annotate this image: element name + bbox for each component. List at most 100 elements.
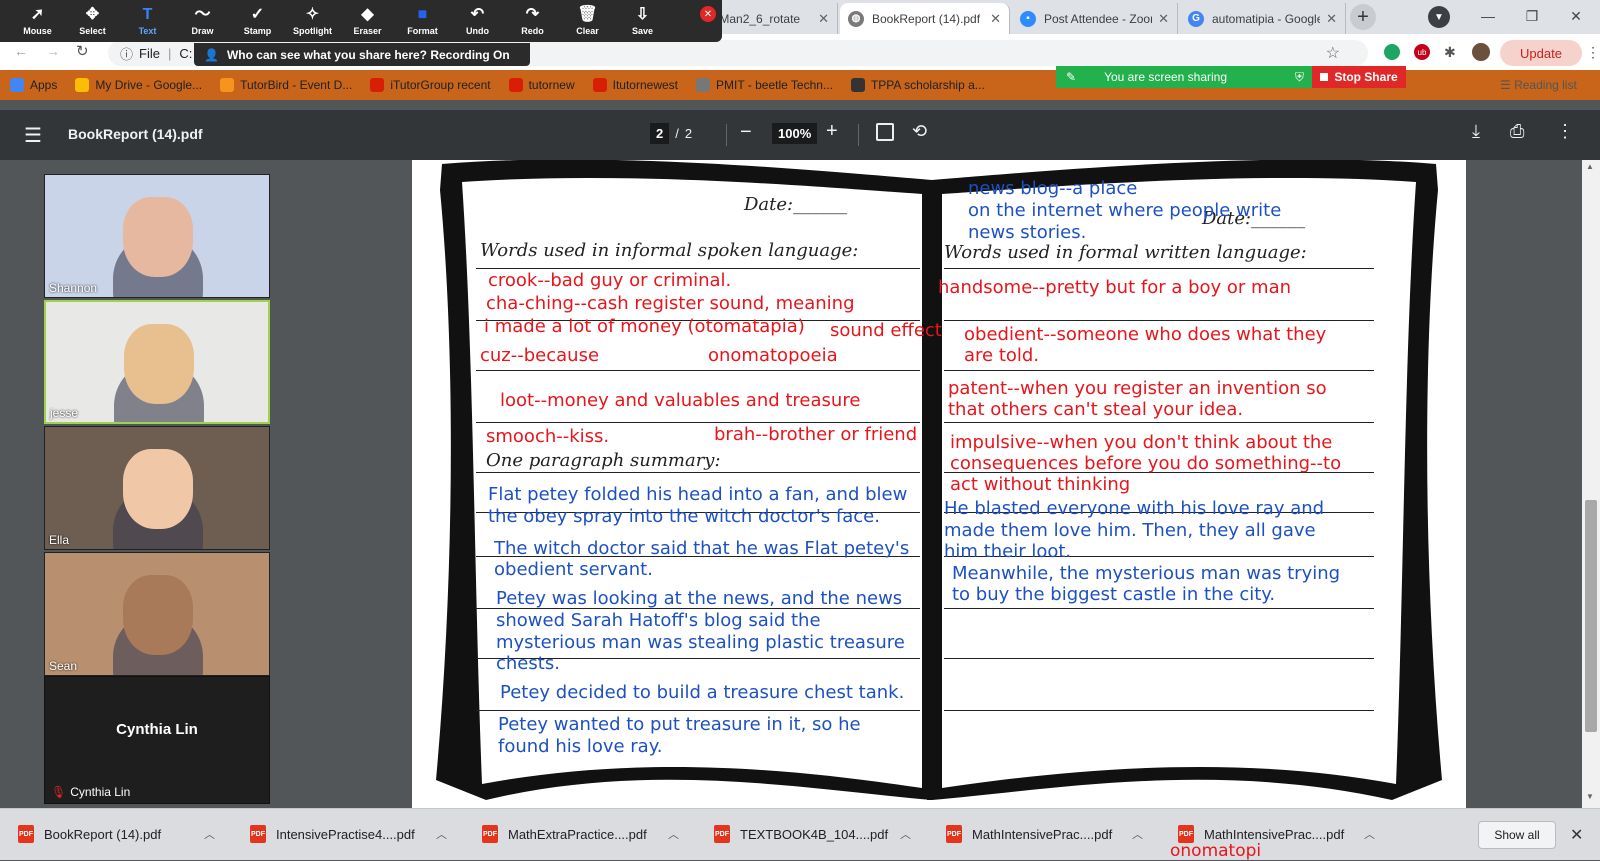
tab-bookreport[interactable]: ◍ BookReport (14).pdf ✕ (840, 3, 1010, 34)
tool-draw[interactable]: 〜 Draw (175, 0, 230, 42)
pdf-file-icon: PDF (946, 825, 962, 843)
close-icon[interactable]: ✕ (990, 11, 1001, 27)
tool-mouse[interactable]: ➚ Mouse (10, 0, 65, 42)
date-label-left: Date:______ (744, 194, 848, 215)
chevron-up-icon[interactable]: ︿ (668, 826, 679, 842)
chevron-up-icon[interactable]: ︿ (900, 826, 911, 842)
handwritten-note-blue: news stories. (968, 222, 1087, 243)
video-tile-ella[interactable]: Ella (44, 426, 270, 550)
chevron-up-icon[interactable]: ︿ (1132, 826, 1143, 842)
ruled-line (944, 268, 1374, 269)
stop-share-button[interactable]: Stop Share (1312, 66, 1406, 88)
download-item[interactable]: PDF MathExtraPractice....pdf ︿ (482, 825, 679, 843)
bookmark-item[interactable]: TPPA scholarship a... (850, 78, 985, 92)
chevron-up-icon[interactable]: ︿ (1364, 826, 1375, 842)
download-icon[interactable]: ⤓ (1472, 121, 1480, 142)
rotate-icon[interactable]: ⟲ (912, 121, 927, 142)
fit-page-icon[interactable] (876, 123, 894, 141)
hamburger-menu-icon[interactable]: ☰ (24, 123, 42, 148)
bookmark-label: PMIT - beetle Techn... (716, 78, 833, 92)
close-downloads-icon[interactable]: ✕ (1570, 825, 1583, 845)
download-item[interactable]: PDF TEXTBOOK4B_104....pdf ︿ (714, 825, 911, 843)
download-item[interactable]: PDF BookReport (14).pdf ︿ (18, 825, 215, 843)
chevron-up-icon[interactable]: ︿ (436, 826, 447, 842)
page-number-input[interactable]: 2 (650, 123, 670, 144)
ruled-line (944, 422, 1374, 423)
tool-spotlight[interactable]: ✧ Spotlight (285, 0, 340, 42)
menu-kebab-icon[interactable]: ⋮ (1586, 44, 1600, 61)
avatar[interactable] (1470, 41, 1492, 63)
reading-list[interactable]: ☰ Reading list (1500, 78, 1577, 92)
close-icon[interactable]: ✕ (1158, 11, 1169, 27)
star-icon[interactable]: ☆ (1326, 43, 1340, 63)
download-item[interactable]: PDF IntensivePractise4....pdf ︿ (250, 825, 447, 843)
tab-zoom-attendee[interactable]: ▪ Post Attendee - Zoom ✕ (1012, 3, 1178, 34)
handwritten-summary-blue: Flat petey folded his head into a fan, a… (488, 484, 908, 505)
close-icon[interactable]: ✕ (1326, 11, 1337, 27)
stop-share-label: Stop Share (1334, 70, 1398, 84)
tool-label: Select (79, 26, 106, 36)
url-text: C: (179, 45, 193, 61)
text-icon: T (142, 6, 153, 23)
zoom-in-icon[interactable]: + (826, 120, 838, 143)
puzzle-icon[interactable]: ✱ (1444, 44, 1456, 61)
reload-icon[interactable]: ↻ (76, 42, 89, 60)
scroll-up-icon[interactable]: ▲ (1586, 162, 1594, 171)
handwritten-note-blue: news blog--a place (968, 178, 1138, 199)
show-all-button[interactable]: Show all (1478, 821, 1556, 849)
tool-eraser[interactable]: ◆ Eraser (340, 0, 395, 42)
tool-stamp[interactable]: ✓ Stamp (230, 0, 285, 42)
video-tile-shannon[interactable]: Shannon (44, 174, 270, 298)
scroll-down-icon[interactable]: ▼ (1586, 792, 1594, 801)
tab-label: automatipia - Google (1212, 11, 1321, 26)
person-icon: 👤 (204, 47, 219, 62)
print-icon[interactable]: ⎙ (1510, 121, 1524, 142)
bookmark-item[interactable]: Apps (10, 78, 57, 92)
bookmark-label: TutorBird - Event D... (240, 78, 353, 92)
handwritten-note-red: cuz--because (480, 345, 600, 366)
bookmark-item[interactable]: Itutornewest (592, 78, 678, 92)
stamp-icon: ✓ (250, 6, 265, 23)
tool-clear[interactable]: 🗑 Clear (560, 0, 615, 42)
tool-redo[interactable]: ↷ Redo (505, 0, 560, 42)
bookmark-item[interactable]: iTutorGroup recent (370, 78, 491, 92)
new-tab-button[interactable]: + (1350, 4, 1376, 30)
video-tile-sean[interactable]: Sean (44, 552, 270, 676)
zoom-level[interactable]: 100% (772, 123, 818, 144)
ublock-icon[interactable]: ub (1414, 44, 1430, 60)
tool-select[interactable]: ✥ Select (65, 0, 120, 42)
close-window-icon[interactable]: ✕ (1554, 0, 1598, 32)
bookmark-item[interactable]: PMIT - beetle Techn... (696, 78, 833, 92)
update-button[interactable]: Update (1500, 40, 1582, 66)
tab-search-icon[interactable]: ▼ (1428, 6, 1450, 28)
handwritten-summary-blue: obedient servant. (494, 559, 653, 580)
bookmark-item[interactable]: tutornew (508, 78, 575, 92)
forward-icon[interactable]: → (46, 43, 60, 59)
more-options-icon[interactable]: ⋮ (1556, 121, 1574, 142)
scroll-thumb[interactable] (1585, 500, 1597, 732)
restore-icon[interactable]: ❐ (1510, 0, 1554, 32)
participant-video (123, 449, 193, 529)
bookmark-icon (220, 78, 235, 92)
spotlight-icon: ✧ (305, 6, 320, 23)
video-tile-muted[interactable]: Cynthia Lin 🎙 Cynthia Lin (44, 676, 270, 804)
handwritten-note-red: brah--brother or friend (714, 424, 918, 445)
tool-save[interactable]: ⇩ Save (615, 0, 670, 42)
zoom-out-icon[interactable]: − (740, 121, 752, 144)
minimize-icon[interactable]: — (1466, 0, 1510, 32)
tool-text[interactable]: T Text (120, 0, 175, 42)
back-icon[interactable]: ← (14, 43, 28, 59)
video-tile-jesse[interactable]: jesse (44, 300, 270, 424)
download-filename: IntensivePractise4....pdf (276, 826, 415, 842)
tool-undo[interactable]: ↶ Undo (450, 0, 505, 42)
download-item[interactable]: PDF MathIntensivePrac....pdf ︿ (946, 825, 1143, 843)
chevron-up-icon[interactable]: ︿ (204, 826, 215, 842)
extension-icon[interactable] (1384, 44, 1400, 60)
bookmark-item[interactable]: My Drive - Google... (75, 78, 202, 92)
bookmark-item[interactable]: TutorBird - Event D... (220, 78, 352, 92)
tool-format[interactable]: ■ Format (395, 0, 450, 42)
close-toolbar-icon[interactable]: ✕ (700, 6, 716, 22)
pdf-scrollbar[interactable]: ▲ ▼ (1582, 160, 1600, 808)
close-icon[interactable]: ✕ (818, 11, 829, 27)
tab-google[interactable]: G automatipia - Google ✕ (1180, 3, 1346, 34)
